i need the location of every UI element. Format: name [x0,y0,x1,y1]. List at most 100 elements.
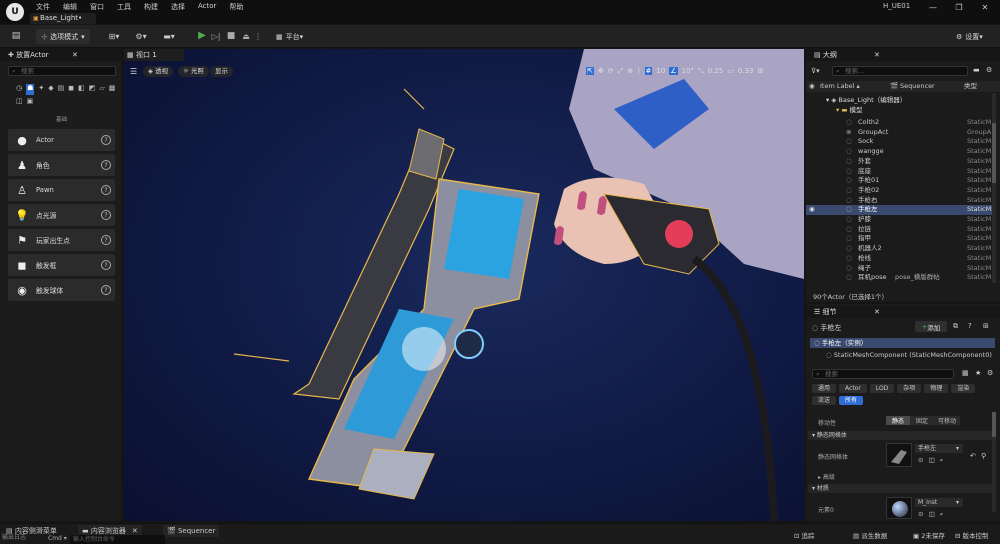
cinematics-icon[interactable]: ▬▾ [158,30,180,42]
filter-icon[interactable]: ⊽▾ [811,67,820,75]
visual-effects-icon[interactable]: ◼ [68,84,74,95]
help-icon[interactable]: ? [101,260,111,270]
menu-help[interactable]: 帮助 [229,2,243,12]
panel-close-icon[interactable]: ✕ [72,49,78,61]
close-icon[interactable]: ✕ [972,0,998,14]
help-icon[interactable]: ? [101,135,111,145]
derived-data-button[interactable]: ▤ 派生数据 [853,530,887,540]
visibility-eye-icon[interactable]: ◉ [809,205,815,215]
sequencer-tab[interactable]: 🎬 Sequencer [163,525,220,537]
help-icon[interactable]: ? [101,185,111,195]
select-tool-icon[interactable]: ⇱ [586,67,594,75]
level-viewport[interactable] [124,49,804,521]
unreal-logo-icon[interactable]: U [6,3,24,21]
lit-mode-button[interactable]: ☼ 光照 [178,66,209,77]
lights-icon[interactable]: ✦ [38,84,44,95]
source-control-button[interactable]: ⊟ 版本控制 [955,530,989,540]
outliner-row[interactable]: ◌ 机器人2 StaticM [806,244,992,254]
minimize-icon[interactable]: — [920,0,946,14]
material-thumbnail[interactable] [886,497,912,519]
scrollbar-thumb[interactable] [992,412,996,437]
grid-view-icon[interactable]: ⊞ [983,322,989,330]
place-actors-search[interactable]: ⌕ 搜索 [8,66,116,76]
menu-edit[interactable]: 编辑 [63,2,77,12]
blueprint-convert-icon[interactable]: ⧉ [953,322,958,331]
add-folder-icon[interactable]: ▬ [973,66,980,74]
category-lod[interactable]: LOD [869,384,895,393]
browse-icon[interactable]: ⊙ [918,510,923,519]
camera-speed-icon[interactable]: ▭ [727,67,734,75]
category-actor[interactable]: Actor [839,384,867,393]
category-rendering[interactable]: 渲染 [951,384,976,393]
blueprint-icon[interactable]: ⚙▾ [130,30,152,42]
play-options-icon[interactable]: ⋮ [254,30,262,42]
scrollbar-thumb[interactable] [992,123,996,183]
outliner-row[interactable]: ◌ wangge StaticM [806,147,992,157]
help-icon[interactable]: ? [101,160,111,170]
col-sequencer[interactable]: Sequencer [900,81,935,92]
trace-button[interactable]: ⊡ 追踪 [794,530,815,540]
move-tool-icon[interactable]: ✥ [598,67,604,75]
shapes-icon[interactable]: ◆ [48,84,53,95]
help-icon[interactable]: ? [101,285,111,295]
section-materials[interactable]: ▾ 材质 [808,484,994,493]
menu-actor[interactable]: Actor [198,2,216,12]
outliner-row[interactable]: ◌ 指甲 StaticM [806,234,992,244]
save-icon[interactable]: ▤ [10,30,22,42]
place-item-trigger-sphere[interactable]: ◉ 触发球体 ? [8,279,115,301]
basic-category-icon[interactable]: ☗ [26,84,35,95]
perspective-button[interactable]: ◈ 透视 [143,66,174,77]
outliner-scrollbar[interactable] [992,93,996,283]
outliner-row[interactable]: ◌ 耳机pose pose_横版群帖 StaticM [806,273,992,283]
component-row[interactable]: ◌ StaticMeshComponent (StaticMeshCompone… [826,351,992,359]
browse-icon[interactable]: ⊙ [918,456,923,465]
outliner-search[interactable]: ⌕ 搜索... [832,66,968,76]
rotation-snap-icon[interactable]: ∠ [669,67,678,75]
section-static-mesh[interactable]: ▾ 静态网格体 [808,431,994,440]
place-item-trigger-box[interactable]: ◼ 触发框 ? [8,254,115,276]
outliner-row[interactable]: ◌ 底座 StaticM [806,167,992,177]
menu-tools[interactable]: 工具 [117,2,131,12]
instance-row[interactable]: ◌ 手枪左（实例） [810,338,995,348]
category-misc[interactable]: 杂项 [897,384,922,393]
property-matrix-icon[interactable]: ▦ [962,369,969,377]
outliner-row[interactable]: ◌ 枪线 StaticM [806,254,992,264]
help-circle-icon[interactable]: ? [968,322,972,330]
details-scrollbar[interactable] [992,412,996,512]
category-general[interactable]: 通用 [812,384,837,393]
unsaved-button[interactable]: ▣ 2未保存 [913,530,945,540]
menu-window[interactable]: 窗口 [90,2,104,12]
reset-icon[interactable]: ↶ [970,452,976,460]
favorite-star-icon[interactable]: ★ [975,369,981,377]
search-asset-icon[interactable]: ⌕ [940,510,944,519]
mode-select-button[interactable]: ⊹ 选项模式 ▾ [36,29,90,44]
settings-gear-icon[interactable]: ⚙ [986,66,992,74]
world-space-icon[interactable]: ⊕ [627,67,633,75]
all-classes-icon[interactable]: ◩ [89,84,96,95]
help-icon[interactable]: ? [101,210,111,220]
stop-icon[interactable]: ■ [226,30,236,42]
outliner-row[interactable]: ◌ 护膝 StaticM [806,215,992,225]
outliner-row[interactable]: ◌ Colth2 StaticM [806,118,992,128]
viewport-tab[interactable]: ▦ 视口 1 [124,49,184,61]
recent-icon[interactable]: ◷ [16,84,22,95]
cinematic-icon[interactable]: ▤ [58,84,65,95]
place-item-player-start[interactable]: ⚑ 玩家出生点 ? [8,229,115,251]
media-icon[interactable]: ▩ [109,84,116,95]
details-search[interactable]: ⌕ 搜索 [812,369,954,379]
search-asset-icon[interactable]: ⌕ [940,456,944,465]
col-item-label[interactable]: Item Label ▴ [820,81,860,92]
landscape-icon[interactable]: ◫ [16,97,23,108]
settings-button[interactable]: ⚙ 设置 ▾ [956,29,983,44]
place-item-pawn[interactable]: ♙ Pawn ? [8,179,115,201]
menu-build[interactable]: 构建 [144,2,158,12]
level-document-tab[interactable]: ▣ Base_Light• [30,13,96,24]
menu-select[interactable]: 选择 [171,2,185,12]
rotate-tool-icon[interactable]: ⟳ [608,67,614,75]
mobility-static[interactable]: 静态 [886,416,910,425]
outliner-root-row[interactable]: ▾ ◈ Base_Light（编辑器） [826,94,906,104]
geometry-icon[interactable]: ▱ [99,84,104,95]
extras-icon[interactable]: ▣ [27,97,34,108]
category-streaming[interactable]: 流送 [812,396,837,405]
viewport-layout-icon[interactable]: ⊞ [757,67,763,75]
